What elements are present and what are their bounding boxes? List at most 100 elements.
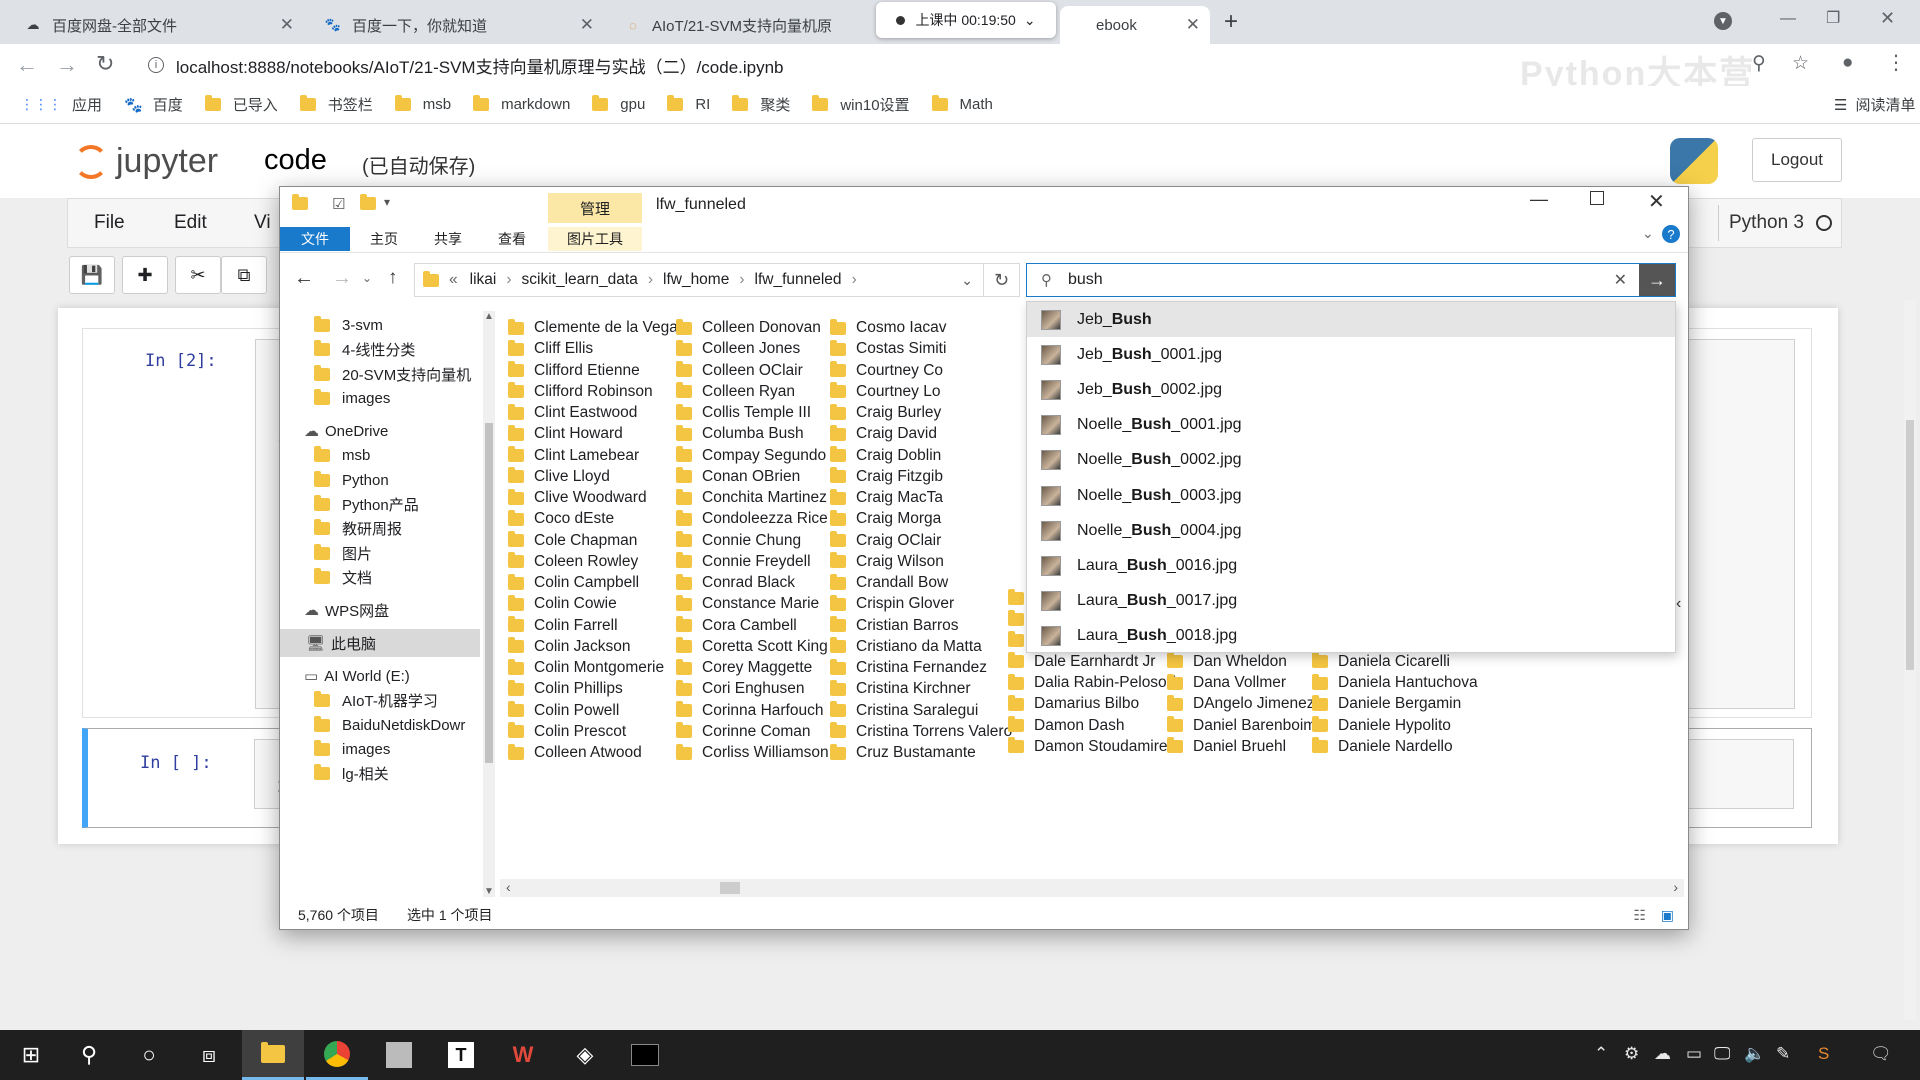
taskbar-wps[interactable]: W	[492, 1030, 554, 1080]
bookmark-folder[interactable]: RI	[667, 95, 710, 113]
nav-item[interactable]: 4-线性分类	[314, 335, 415, 363]
minimize-icon[interactable]: —	[1780, 10, 1796, 28]
browser-tab-ebook[interactable]: ebook ✕	[1060, 6, 1210, 44]
up-icon[interactable]: ↑	[388, 267, 398, 289]
scrollbar-thumb[interactable]	[1906, 420, 1914, 670]
folder-item[interactable]: Daniele Nardello	[1312, 734, 1453, 760]
search-result[interactable]: Noelle_ Bush _0001.jpg	[1027, 408, 1675, 443]
forward-icon[interactable]: →	[56, 52, 78, 78]
search-result[interactable]: Laura_ Bush _0018.jpg	[1027, 619, 1675, 654]
bookmark-folder[interactable]: 已导入	[204, 94, 278, 115]
close-icon[interactable]: ✕	[1186, 15, 1200, 35]
nav-item[interactable]: 🖥 此电脑	[280, 629, 480, 657]
search-result[interactable]: Noelle_ Bush _0003.jpg	[1027, 478, 1675, 513]
menu-edit[interactable]: Edit	[174, 212, 207, 234]
folder-item[interactable]: Daniel Bruehl	[1167, 734, 1286, 760]
close-icon[interactable]: ✕	[1648, 189, 1665, 214]
search-box[interactable]: ⚲ bush ✕ →	[1026, 263, 1676, 297]
chevron-down-icon[interactable]: ⌄	[961, 272, 973, 289]
search-result[interactable]: Jeb_ Bush	[1027, 302, 1675, 337]
customize-toolbar-icon[interactable]: ▾	[384, 195, 390, 209]
jupyter-logo[interactable]: jupyter	[74, 142, 218, 181]
taskbar-file-explorer[interactable]	[242, 1030, 304, 1080]
close-icon[interactable]: ✕	[580, 15, 594, 35]
cut-button[interactable]: ✂	[175, 256, 221, 294]
browser-tab-baidu[interactable]: 🐾 百度一下，你就知道 ✕	[312, 6, 604, 44]
recent-locations-icon[interactable]: ⌄	[362, 271, 372, 285]
nav-item[interactable]: AIoT-机器学习	[314, 686, 438, 714]
ribbon-tab-picture-tools[interactable]: 图片工具	[548, 227, 642, 251]
nav-scrollbar[interactable]: ▲ ▼	[483, 311, 495, 897]
folder-item[interactable]: Colleen Atwood	[508, 740, 642, 766]
scroll-up-icon[interactable]: ▲	[484, 311, 494, 322]
details-view-icon[interactable]: ☷	[1633, 907, 1646, 924]
minimize-icon[interactable]: —	[1530, 189, 1548, 210]
pen-icon[interactable]: ✎	[1776, 1044, 1790, 1064]
folder-item[interactable]: Damon Stoudamire	[1008, 734, 1168, 760]
horizontal-scrollbar[interactable]: ‹ ›	[500, 879, 1684, 897]
task-view-button[interactable]: ⧈	[178, 1030, 240, 1080]
expand-ribbon-icon[interactable]: ⌄	[1642, 225, 1654, 242]
tab-search-icon[interactable]: ▼	[1714, 12, 1732, 30]
breadcrumb-scikit-learn-data[interactable]: scikit_learn_data	[522, 271, 638, 289]
search-result[interactable]: Jeb_ Bush _0001.jpg	[1027, 337, 1675, 372]
bookmark-folder[interactable]: 书签栏	[299, 94, 373, 115]
bookmark-folder[interactable]: 聚类	[732, 94, 790, 115]
address-breadcrumb[interactable]: « likai › scikit_learn_data › lfw_home ›…	[414, 263, 984, 297]
insert-cell-button[interactable]: ✚	[122, 256, 168, 294]
quick-access-folder-icon[interactable]	[292, 194, 308, 211]
overflow-chevron[interactable]: «	[449, 271, 458, 289]
battery-icon[interactable]: ▭	[1686, 1044, 1702, 1064]
forward-icon[interactable]: →	[332, 267, 352, 290]
show-hidden-icons-icon[interactable]: ⌃	[1594, 1044, 1608, 1064]
network-icon[interactable]: 🖵	[1714, 1044, 1730, 1064]
bookmark-folder[interactable]: markdown	[473, 95, 570, 113]
back-icon[interactable]: ←	[16, 52, 38, 78]
save-button[interactable]: 💾	[69, 256, 115, 294]
scrollbar-thumb[interactable]	[485, 423, 493, 763]
clear-search-icon[interactable]: ✕	[1614, 270, 1627, 290]
properties-icon[interactable]: ☑	[332, 195, 345, 213]
taskbar-terminal[interactable]	[614, 1030, 676, 1080]
star-icon[interactable]: ☆	[1792, 52, 1809, 75]
kernel-indicator[interactable]: Python 3	[1718, 205, 1832, 241]
scroll-down-icon[interactable]: ▼	[484, 886, 494, 897]
close-icon[interactable]: ✕	[280, 15, 294, 35]
breadcrumb-likai[interactable]: likai	[470, 271, 497, 289]
bookmark-folder[interactable]: win10设置	[812, 94, 910, 115]
bookmark-apps[interactable]: ⋮⋮⋮ 应用	[20, 94, 102, 115]
input-method-icon[interactable]: S	[1818, 1044, 1829, 1064]
browser-tab-notebook[interactable]: ◌ AIoT/21-SVM支持向量机原	[612, 6, 854, 44]
nav-item[interactable]: 教研周报	[314, 514, 402, 542]
search-result[interactable]: Jeb_ Bush _0002.jpg	[1027, 372, 1675, 407]
reload-icon[interactable]: ↻	[96, 51, 114, 77]
back-icon[interactable]: ←	[294, 267, 314, 290]
refresh-button[interactable]: ↻	[984, 263, 1020, 297]
onedrive-icon[interactable]: ☁	[1654, 1044, 1671, 1064]
bookmark-folder[interactable]: gpu	[592, 95, 645, 113]
search-input[interactable]: bush	[1068, 271, 1103, 289]
taskbar-typora[interactable]: T	[430, 1030, 492, 1080]
logout-button[interactable]: Logout	[1752, 138, 1842, 182]
manage-tab-header[interactable]: 管理	[548, 193, 642, 223]
search-result[interactable]: Laura_ Bush _0016.jpg	[1027, 548, 1675, 583]
taskbar-app-1[interactable]	[368, 1030, 430, 1080]
zoom-icon[interactable]: ⚲	[1752, 52, 1766, 75]
nav-item[interactable]: 文档	[314, 563, 372, 591]
close-window-icon[interactable]: ✕	[1880, 8, 1895, 29]
tray-app-icon[interactable]: ⚙	[1624, 1044, 1639, 1064]
ribbon-tab-view[interactable]: 查看	[482, 227, 542, 251]
breadcrumb-lfw-home[interactable]: lfw_home	[663, 271, 729, 289]
nav-item[interactable]: ☁ WPS网盘	[304, 596, 389, 624]
folder-item[interactable]: Cruz Bustamante	[830, 740, 976, 766]
large-icons-view-icon[interactable]: ▣	[1661, 907, 1674, 924]
browser-tab-baidu-pan[interactable]: ☁ 百度网盘-全部文件 ✕	[12, 6, 304, 44]
bookmark-folder[interactable]: Math	[931, 95, 993, 113]
start-button[interactable]: ⊞	[0, 1030, 62, 1080]
ribbon-tab-file[interactable]: 文件	[280, 227, 350, 251]
search-result[interactable]: Noelle_ Bush _0002.jpg	[1027, 443, 1675, 478]
search-result[interactable]: Noelle_ Bush _0004.jpg	[1027, 513, 1675, 548]
search-button[interactable]: ⚲	[58, 1030, 120, 1080]
cortana-button[interactable]: ○	[118, 1030, 180, 1080]
scroll-right-icon[interactable]: ›	[1673, 879, 1678, 895]
